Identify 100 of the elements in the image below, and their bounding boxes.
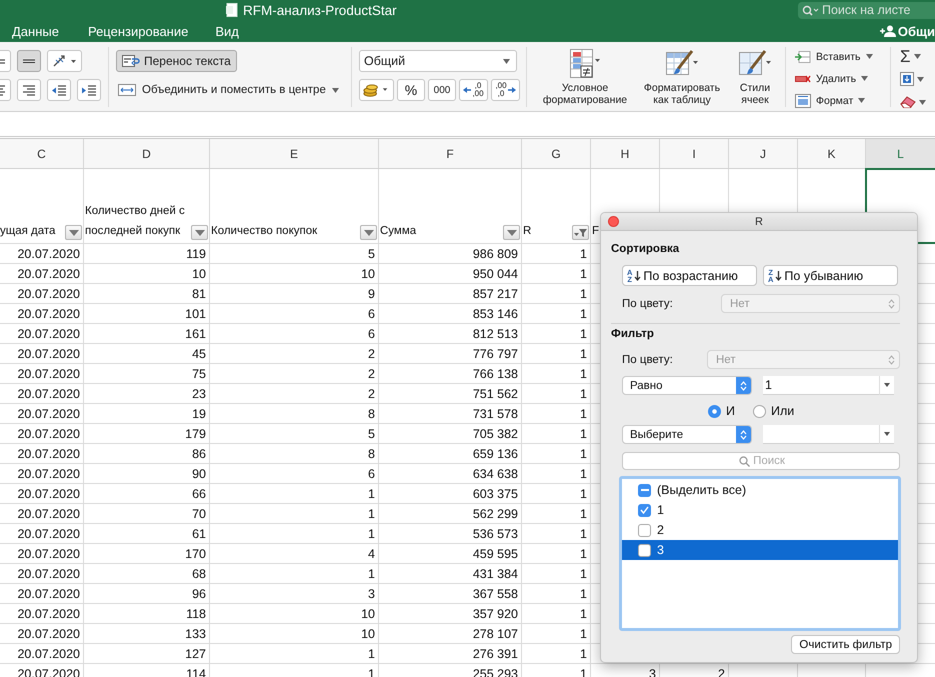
alignment-button[interactable]: [47, 79, 71, 101]
workbook-icon: [226, 3, 238, 17]
table-cell: 2: [368, 386, 375, 400]
column-header[interactable]: E: [210, 139, 379, 168]
decrease-decimal-button[interactable]: ,00 ,0: [491, 79, 520, 101]
checkbox[interactable]: [638, 524, 651, 536]
table-cell: 1: [580, 406, 587, 420]
table-cell: 1: [580, 366, 587, 380]
caret-icon: [919, 100, 926, 104]
ribbon-tab[interactable]: Данные: [12, 24, 59, 38]
table-cell: 90: [192, 466, 206, 480]
table-cell: 20.07.2020: [17, 266, 80, 280]
caret-icon: [858, 98, 866, 103]
table-cell: 20.07.2020: [17, 586, 80, 600]
clear-filter-button[interactable]: Очистить фильтр: [791, 635, 900, 654]
table-cell: 5: [368, 246, 375, 260]
table-cell: 751 562: [472, 386, 518, 400]
alignment-button[interactable]: [17, 50, 41, 72]
table-cell: 776 797: [472, 346, 518, 360]
column-header[interactable]: L: [866, 139, 935, 168]
table-cell: 812 513: [472, 326, 518, 340]
value-combo-field[interactable]: 1: [763, 376, 894, 395]
checkbox[interactable]: [638, 504, 651, 516]
filter-button[interactable]: [191, 225, 208, 240]
table-cell: 6: [368, 466, 375, 480]
logic-radio[interactable]: И: [708, 404, 735, 418]
table-cell: 367 558: [472, 586, 518, 600]
table-cell: 1: [580, 586, 587, 600]
filter-button[interactable]: [503, 225, 520, 240]
table-cell: 1: [580, 526, 587, 540]
column-header[interactable]: D: [84, 139, 210, 168]
styles-button[interactable]: Стили ячеек: [732, 48, 778, 106]
filter-list-item[interactable]: 1: [622, 500, 898, 520]
column-header[interactable]: F: [379, 139, 522, 168]
table-cell: 20.07.2020: [17, 486, 80, 500]
column-header[interactable]: I: [660, 139, 729, 168]
checkmark-icon: [640, 506, 649, 514]
merge-center-button[interactable]: Объединить и поместить в центре: [116, 79, 341, 101]
thousands-separator-button[interactable]: 000: [428, 79, 456, 101]
filter-list-item[interactable]: (Выделить все): [622, 480, 898, 500]
filter-list-item[interactable]: 3: [622, 540, 898, 560]
alignment-button[interactable]: [47, 50, 82, 72]
condition-dropdown[interactable]: Равно: [622, 376, 752, 395]
logic-radio[interactable]: Или: [752, 404, 794, 418]
table-cell: 1: [580, 306, 587, 320]
table-cell: 1: [368, 486, 375, 500]
share-button[interactable]: Общи: [898, 24, 935, 38]
editing-button[interactable]: Σ: [898, 46, 928, 66]
table-cell: 20.07.2020: [17, 426, 80, 440]
wrap-text-button[interactable]: Перенос текста: [116, 50, 237, 72]
checkbox[interactable]: [638, 544, 651, 556]
field-label: По цвету:: [622, 298, 673, 310]
table-cell: 96: [192, 586, 206, 600]
close-button[interactable]: [608, 216, 619, 227]
table-cell: 1: [580, 326, 587, 340]
fill-down-icon: [900, 72, 914, 86]
filter-button[interactable]: [360, 225, 377, 240]
caret-icon: [332, 88, 339, 92]
alignment-button[interactable]: [77, 79, 101, 101]
align-bottom-icon: [23, 58, 35, 64]
ribbon-tab[interactable]: Вид: [215, 24, 239, 38]
condition-dropdown[interactable]: Выберите: [622, 425, 752, 444]
currency-button[interactable]: [359, 79, 394, 101]
alignment-button[interactable]: [17, 79, 41, 101]
table-cell: 10: [192, 266, 206, 280]
column-header[interactable]: G: [522, 139, 591, 168]
ribbon-tab[interactable]: Рецензирование: [88, 24, 188, 38]
value-combo-field[interactable]: [763, 425, 894, 444]
cells-button[interactable]: Формат: [793, 90, 883, 111]
column-header[interactable]: C: [0, 139, 84, 168]
down-arrow-icon: [634, 270, 642, 280]
filter-button[interactable]: [65, 225, 82, 240]
table-cell: 950 044: [472, 266, 518, 280]
filter-list-item[interactable]: 2: [622, 520, 898, 540]
search-field[interactable]: Поиск: [622, 452, 900, 470]
search-icon: [802, 4, 820, 16]
table-cell: 1: [580, 426, 587, 440]
styles-button[interactable]: Форматировать как таблицу: [638, 48, 726, 106]
table-cell: 1: [580, 646, 587, 660]
percent-button[interactable]: %: [397, 79, 425, 101]
checkbox[interactable]: [638, 484, 651, 496]
arrow-left-icon: [463, 86, 472, 94]
table-cell: 9: [368, 286, 375, 300]
number-format-dropdown[interactable]: Общий: [359, 50, 517, 72]
table-cell: 634 638: [472, 466, 518, 480]
table-cell: 766 138: [472, 366, 518, 380]
filter-button[interactable]: [572, 225, 589, 240]
column-header[interactable]: H: [591, 139, 660, 168]
cells-button[interactable]: Удалить: [793, 68, 883, 89]
search-field[interactable]: Поиск на листе: [798, 2, 935, 18]
column-header[interactable]: J: [729, 139, 798, 168]
increase-decimal-button[interactable]: ,0 ,00: [459, 79, 488, 101]
table-cell: 536 573: [472, 526, 518, 540]
styles-button[interactable]: Условное форматирование: [534, 48, 636, 106]
table-cell: 562 299: [472, 506, 518, 520]
cells-button[interactable]: Вставить: [793, 46, 883, 67]
stepper-arrows-icon: [888, 298, 895, 308]
table-cell: 45: [192, 346, 206, 360]
item-label: 3: [657, 543, 664, 557]
table-cell: 20.07.2020: [17, 406, 80, 420]
